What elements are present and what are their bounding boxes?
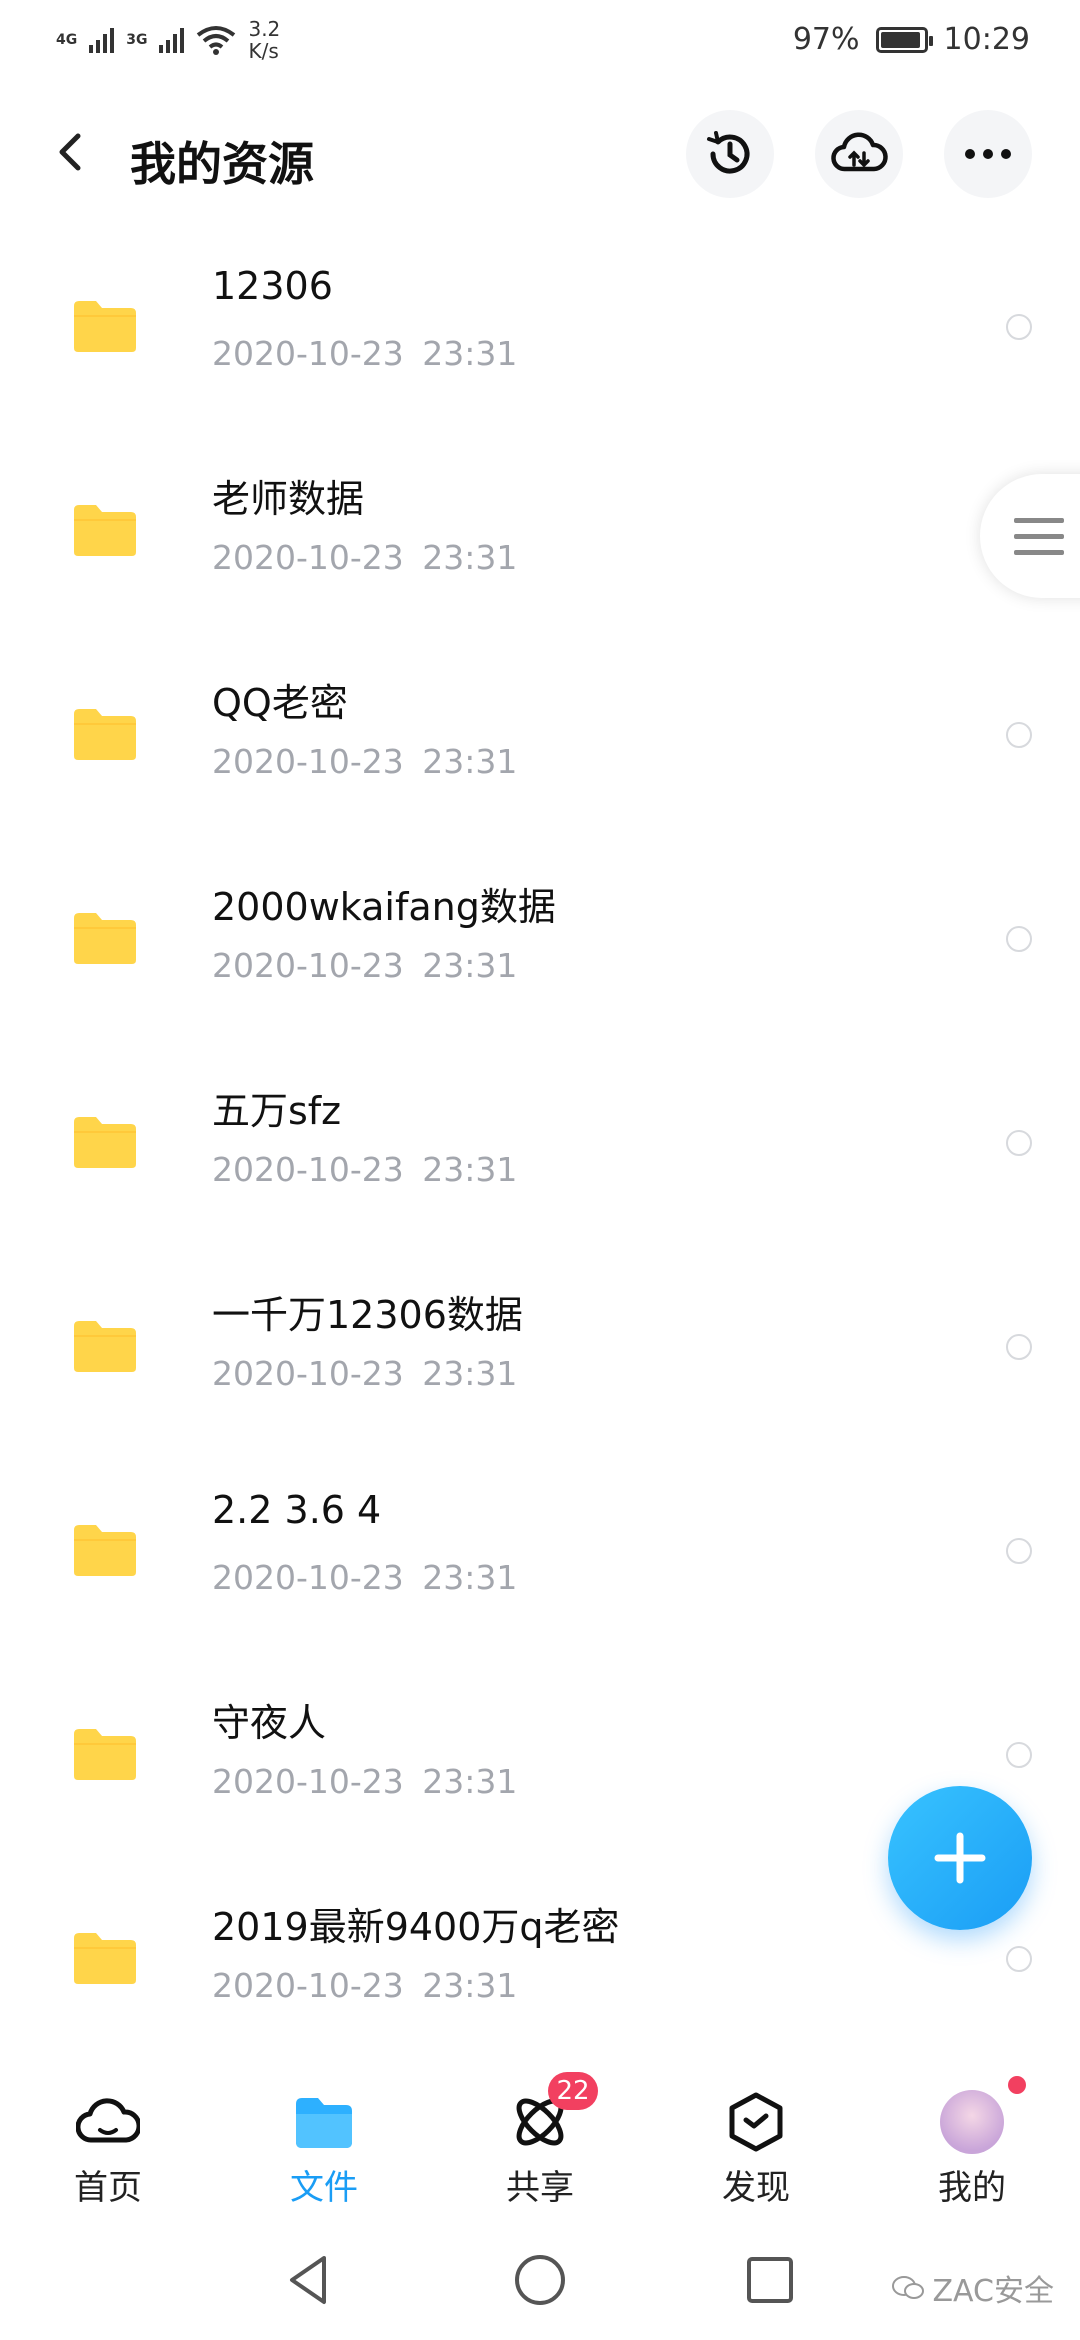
network-type-2: 3G bbox=[126, 32, 148, 48]
file-date: 2020-10-23 23:31 bbox=[212, 1966, 518, 2005]
signal-icon bbox=[159, 27, 185, 53]
watermark: ZAC安全 bbox=[891, 2266, 1055, 2310]
history-icon bbox=[707, 131, 750, 174]
file-name: 2.2 3.6 4 bbox=[212, 1488, 382, 1532]
list-item[interactable]: 老师数据 2020-10-23 23:31 bbox=[0, 432, 1080, 636]
transfer-button[interactable] bbox=[815, 110, 903, 198]
tab-share-label: 共享 bbox=[506, 2168, 574, 2208]
plus-icon bbox=[934, 1832, 986, 1884]
folder-icon bbox=[74, 1117, 136, 1168]
tab-me-label: 我的 bbox=[938, 2168, 1006, 2208]
battery-percent: 97% bbox=[792, 22, 860, 57]
history-button[interactable] bbox=[686, 110, 774, 198]
folder-icon bbox=[74, 1321, 136, 1372]
select-radio[interactable] bbox=[1006, 1742, 1032, 1768]
select-radio[interactable] bbox=[1006, 722, 1032, 748]
folder-icon bbox=[74, 301, 136, 352]
folder-icon bbox=[74, 1729, 136, 1780]
file-date: 2020-10-23 23:31 bbox=[212, 334, 518, 373]
folder-icon bbox=[74, 913, 136, 964]
tab-share[interactable]: 22 共享 bbox=[465, 2072, 615, 2209]
folder-icon bbox=[296, 2098, 352, 2148]
tab-me[interactable]: 我的 bbox=[897, 2076, 1047, 2209]
battery-icon bbox=[875, 26, 933, 53]
cloud-transfer-icon bbox=[831, 132, 888, 172]
file-date: 2020-10-23 23:31 bbox=[212, 1558, 518, 1597]
wifi-icon bbox=[197, 26, 236, 55]
list-item[interactable]: QQ老密 2020-10-23 23:31 bbox=[0, 636, 1080, 840]
file-list: 12306 2020-10-23 23:31 老师数据 2020-10-23 2… bbox=[0, 228, 1080, 2064]
list-item[interactable]: 12306 2020-10-23 23:31 bbox=[0, 228, 1080, 432]
tab-home-label: 首页 bbox=[74, 2168, 142, 2208]
file-date: 2020-10-23 23:31 bbox=[212, 1354, 518, 1393]
file-date: 2020-10-23 23:31 bbox=[212, 1762, 518, 1801]
status-left: 4G 3G 3.2 K/s bbox=[56, 18, 292, 62]
avatar-icon bbox=[940, 2090, 1004, 2154]
file-name: 12306 bbox=[212, 264, 333, 308]
file-date: 2020-10-23 23:31 bbox=[212, 946, 518, 985]
clock: 10:29 bbox=[943, 22, 1030, 57]
folder-icon bbox=[74, 1525, 136, 1576]
file-name: 一千万12306数据 bbox=[212, 1293, 523, 1337]
list-item[interactable]: 2000wkaifang数据 2020-10-23 23:31 bbox=[0, 840, 1080, 1044]
watermark-text: ZAC安全 bbox=[932, 2274, 1055, 2309]
more-button[interactable] bbox=[944, 110, 1032, 198]
tab-home[interactable]: 首页 bbox=[33, 2090, 183, 2209]
status-right: 97% 10:29 bbox=[793, 22, 1030, 57]
system-back-icon[interactable] bbox=[280, 2250, 340, 2310]
list-item[interactable]: 2.2 3.6 4 2020-10-23 23:31 bbox=[0, 1452, 1080, 1656]
network-type-1: 4G bbox=[56, 32, 78, 48]
file-name: 守夜人 bbox=[212, 1701, 327, 1745]
network-speed: 3.2 K/s bbox=[248, 17, 281, 63]
cloud-home-icon bbox=[75, 2098, 142, 2143]
app-header: 我的资源 bbox=[0, 100, 1080, 210]
file-name: 2000wkaifang数据 bbox=[212, 885, 556, 929]
list-item[interactable]: 五万sfz 2020-10-23 23:31 bbox=[0, 1044, 1080, 1248]
tab-discover[interactable]: 发现 bbox=[681, 2090, 831, 2209]
select-radio[interactable] bbox=[1006, 1130, 1032, 1156]
chevron-left-icon[interactable] bbox=[48, 128, 96, 176]
bottom-nav: 首页 文件 22 共享 发现 我的 bbox=[0, 2060, 1080, 2208]
select-radio[interactable] bbox=[1006, 314, 1032, 340]
file-date: 2020-10-23 23:31 bbox=[212, 1150, 518, 1189]
folder-icon bbox=[74, 505, 136, 556]
select-radio[interactable] bbox=[1006, 1334, 1032, 1360]
more-icon bbox=[965, 149, 1011, 159]
add-button[interactable] bbox=[888, 1786, 1032, 1930]
share-count-badge: 22 bbox=[548, 2072, 598, 2110]
notification-dot bbox=[1008, 2076, 1026, 2094]
tab-files[interactable]: 文件 bbox=[249, 2090, 399, 2209]
folder-icon bbox=[74, 1933, 136, 1984]
system-home-icon[interactable] bbox=[510, 2250, 570, 2310]
file-name: QQ老密 bbox=[212, 681, 348, 725]
folder-icon bbox=[74, 709, 136, 760]
select-radio[interactable] bbox=[1006, 1946, 1032, 1972]
file-date: 2020-10-23 23:31 bbox=[212, 538, 518, 577]
list-item[interactable]: 一千万12306数据 2020-10-23 23:31 bbox=[0, 1248, 1080, 1452]
file-name: 五万sfz bbox=[212, 1089, 342, 1133]
file-name: 老师数据 bbox=[212, 477, 365, 521]
status-bar: 4G 3G 3.2 K/s 97% 10:29 bbox=[0, 0, 1080, 80]
wechat-icon bbox=[891, 2276, 924, 2299]
page-title: 我的资源 bbox=[130, 137, 314, 191]
tab-discover-label: 发现 bbox=[722, 2168, 790, 2208]
system-recents-icon[interactable] bbox=[740, 2250, 800, 2310]
file-name: 2019最新9400万q老密 bbox=[212, 1905, 620, 1949]
select-radio[interactable] bbox=[1006, 926, 1032, 952]
tab-files-label: 文件 bbox=[290, 2168, 358, 2208]
select-radio[interactable] bbox=[1006, 1538, 1032, 1564]
discover-box-icon bbox=[729, 2092, 783, 2152]
signal-icon bbox=[89, 27, 115, 53]
file-date: 2020-10-23 23:31 bbox=[212, 742, 518, 781]
